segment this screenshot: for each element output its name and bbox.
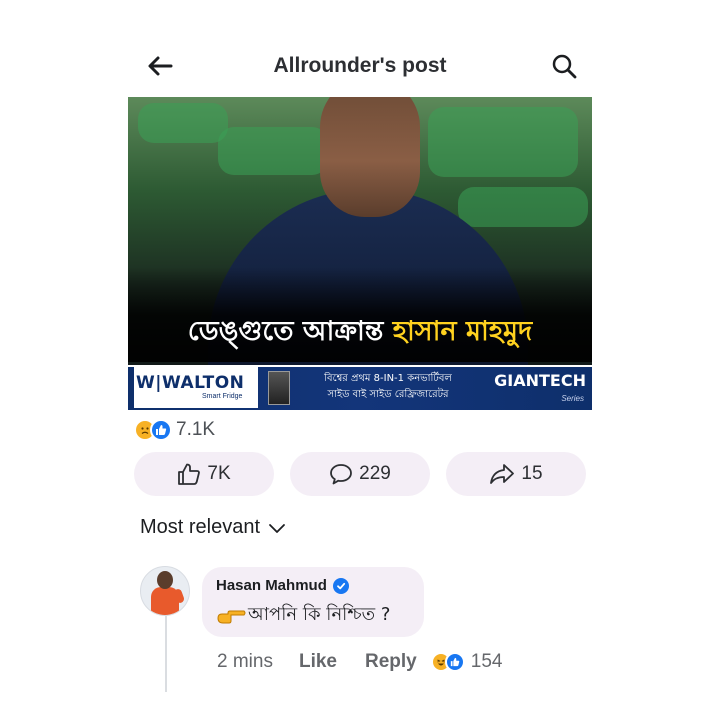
- comment-button[interactable]: 229: [290, 452, 430, 496]
- comment-reactions[interactable]: [430, 652, 465, 672]
- comment-bubble-icon: [330, 464, 353, 485]
- thread-line: [165, 616, 167, 692]
- comment-reply-button[interactable]: Reply: [365, 651, 417, 673]
- thumbs-up-icon: [178, 463, 201, 485]
- comment-author[interactable]: Hasan Mahmud: [216, 577, 410, 594]
- stadium-seat: [138, 103, 228, 143]
- comment-count: 229: [359, 463, 391, 484]
- comment-text: আপনি কি নিশ্চিত ?: [216, 600, 410, 631]
- walton-brand-subtext: Smart Fridge: [202, 393, 243, 400]
- like-reaction-icon: [444, 652, 465, 672]
- comment-body: আপনি কি নিশ্চিত ?: [248, 604, 391, 625]
- giantech-subtext: Series: [561, 394, 584, 403]
- ad-tagline: বিশ্বের প্রথম 8-IN-1 কনভার্টিবল সাইড বাই…: [308, 371, 468, 403]
- headline-white-text: ডেঙ্গুতে আক্রান্ত: [187, 316, 384, 347]
- share-button[interactable]: 15: [446, 452, 586, 496]
- comment-bubble: Hasan Mahmud আপনি কি নিশ্চিত ?: [202, 567, 424, 637]
- avatar-head: [157, 571, 173, 589]
- walton-brand-text: W|WALTON: [136, 373, 245, 393]
- like-reaction-icon: [150, 419, 172, 441]
- pointing-hand-icon: [217, 610, 246, 623]
- avatar[interactable]: [140, 566, 190, 616]
- comment-like-button[interactable]: Like: [299, 651, 337, 673]
- chevron-down-icon: [269, 523, 285, 533]
- sponsor-ad-strip: W|WALTON Smart Fridge বিশ্বের প্রথম 8-IN…: [128, 365, 592, 410]
- share-arrow-icon: [490, 464, 515, 484]
- player-head: [320, 97, 420, 217]
- ad-tagline-line1: বিশ্বের প্রথম 8-IN-1 কনভার্টিবল: [324, 373, 452, 384]
- giantech-brand-text: GIANTECH: [494, 371, 586, 390]
- stadium-seat: [218, 127, 328, 175]
- search-button[interactable]: [546, 48, 582, 84]
- comment-sort-dropdown[interactable]: Most relevant: [140, 516, 286, 539]
- top-bar: Allrounder's post: [128, 44, 592, 88]
- walton-logo: W|WALTON Smart Fridge: [134, 367, 258, 408]
- reaction-count: 7.1K: [176, 419, 216, 440]
- comment-timestamp: 2 mins: [217, 651, 273, 672]
- post-headline: ডেঙ্গুতে আক্রান্ত হাসান মাহমুদ: [128, 311, 592, 356]
- ad-tagline-line2: সাইড বাই সাইড রেফ্রিজারেটর: [327, 389, 449, 400]
- comment-meta: 2 mins Like Reply 154: [217, 648, 502, 676]
- like-button[interactable]: 7K: [134, 452, 274, 496]
- comment-author-name: Hasan Mahmud: [216, 577, 327, 594]
- fridge-icon: [268, 371, 290, 405]
- headline-name-text: হাসান মাহমুদ: [392, 316, 533, 347]
- stadium-seat: [458, 187, 588, 227]
- share-count: 15: [521, 463, 543, 484]
- sort-label: Most relevant: [140, 516, 261, 538]
- search-icon: [552, 54, 577, 79]
- verified-badge-icon: [332, 577, 349, 594]
- page-title: Allrounder's post: [273, 54, 447, 77]
- post-image[interactable]: ডেঙ্গুতে আক্রান্ত হাসান মাহমুদ W|WALTON …: [128, 97, 592, 410]
- reactions-summary[interactable]: 7.1K: [134, 416, 215, 444]
- like-count: 7K: [207, 463, 231, 484]
- stadium-seat: [428, 107, 578, 177]
- comment-reaction-count: 154: [470, 651, 503, 672]
